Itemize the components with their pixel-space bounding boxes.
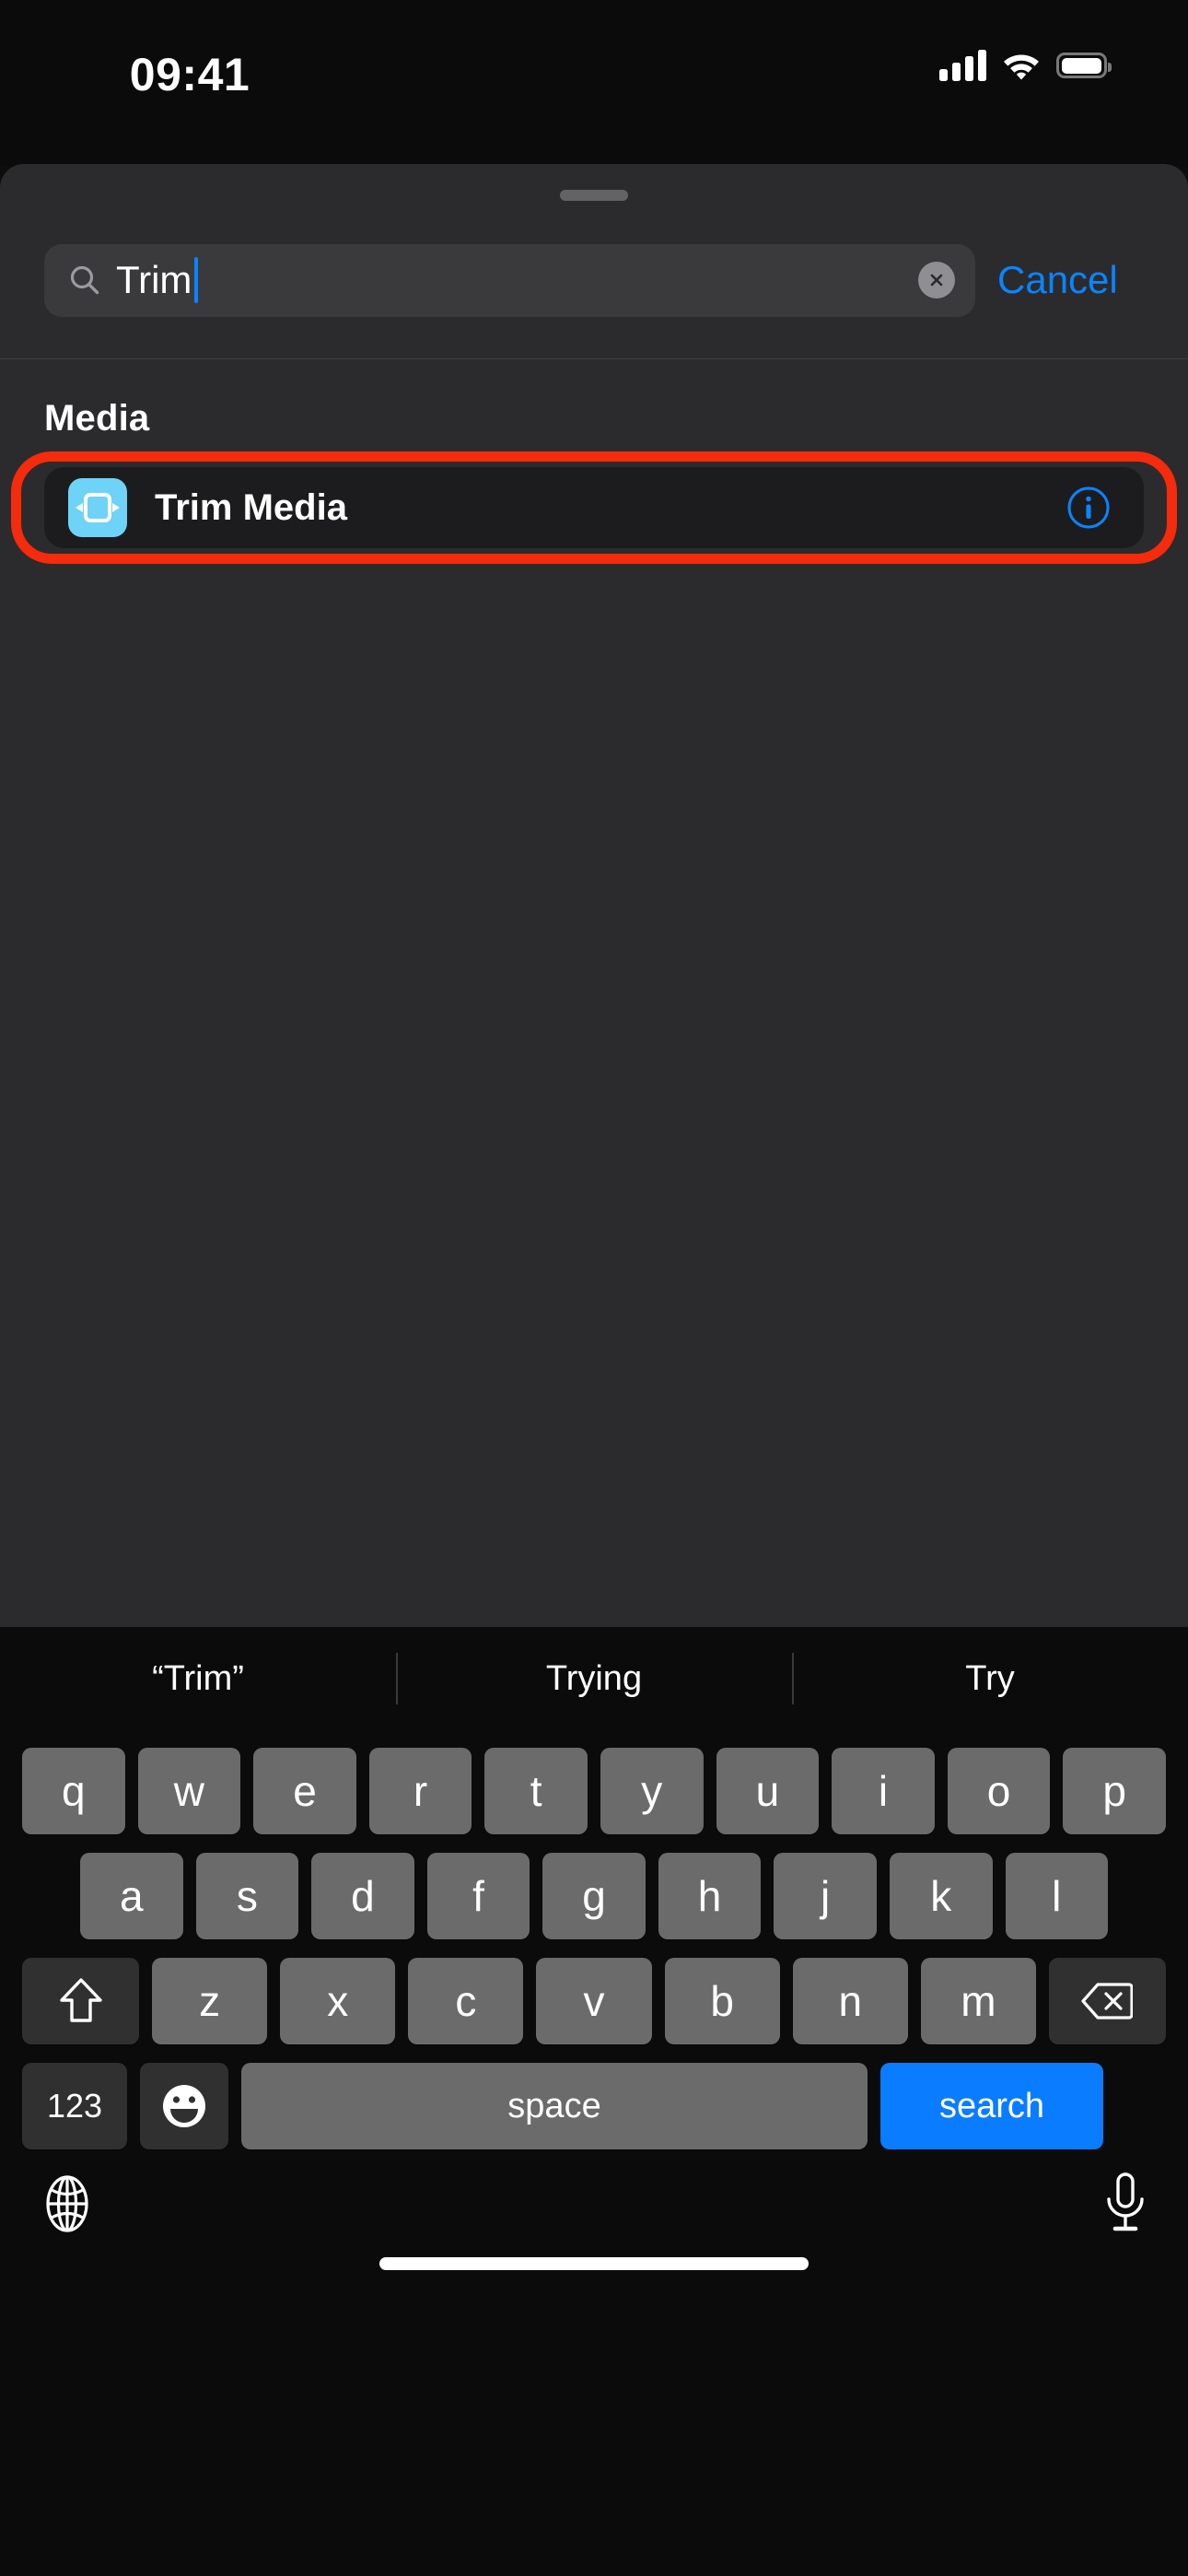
key-u[interactable]: u — [716, 1748, 820, 1834]
shift-glyph — [59, 1978, 102, 2022]
key-e[interactable]: e — [253, 1748, 356, 1834]
shift-icon[interactable] — [22, 1958, 139, 2044]
list-item-label: Trim Media — [155, 486, 347, 528]
keyboard-bottom-bar — [0, 2149, 1188, 2288]
key-l[interactable]: l — [1005, 1853, 1109, 1939]
emoji-icon[interactable] — [140, 2063, 228, 2149]
sheet-grabber-handle[interactable] — [560, 190, 628, 201]
key-v[interactable]: v — [536, 1958, 652, 2044]
key-w[interactable]: w — [137, 1748, 241, 1834]
key-q[interactable]: q — [22, 1748, 125, 1834]
emoji-glyph — [163, 2085, 205, 2127]
search-bar-row: Trim Cancel — [0, 234, 1188, 326]
key-f[interactable]: f — [426, 1853, 530, 1939]
key-p[interactable]: p — [1063, 1748, 1166, 1834]
predictive-suggestion-bar: “Trim” Trying Try — [0, 1627, 1188, 1730]
status-bar-time: 09:41 — [129, 49, 250, 100]
microphone-icon[interactable] — [1101, 2172, 1149, 2234]
clear-text-icon[interactable] — [918, 262, 955, 299]
numbers-key[interactable]: 123 — [22, 2063, 127, 2149]
key-x[interactable]: x — [280, 1958, 396, 2044]
search-results-list: Media Trim Media — [0, 359, 1188, 1627]
info-glyph — [1067, 486, 1110, 529]
keyboard-row-1: q w e r t y u i o p — [0, 1748, 1188, 1834]
search-input-text-wrap: Trim — [116, 257, 199, 303]
key-r[interactable]: r — [368, 1748, 472, 1834]
list-item-trim-media[interactable]: Trim Media — [44, 467, 1144, 548]
key-m[interactable]: m — [920, 1958, 1036, 2044]
trim-media-glyph — [76, 493, 120, 522]
key-h[interactable]: h — [658, 1853, 762, 1939]
space-key[interactable]: space — [241, 2063, 868, 2149]
key-b[interactable]: b — [664, 1958, 780, 2044]
info-circle-icon[interactable] — [1066, 486, 1111, 530]
section-header-media: Media — [44, 398, 150, 439]
cancel-button[interactable]: Cancel — [997, 258, 1118, 302]
suggestion-2[interactable]: Try — [792, 1627, 1188, 1730]
key-k[interactable]: k — [889, 1853, 993, 1939]
key-g[interactable]: g — [542, 1853, 646, 1939]
search-return-key[interactable]: search — [880, 2063, 1103, 2149]
status-bar-icons — [939, 44, 1112, 87]
status-bar: 09:41 — [0, 0, 1188, 166]
keyboard-row-3: z x c v b n m — [0, 1958, 1188, 2044]
software-keyboard: “Trim” Trying Try q w e r t y u i o p a … — [0, 1627, 1188, 2576]
suggestion-1[interactable]: Trying — [396, 1627, 792, 1730]
search-sheet: Trim Cancel Media Trim Media — [0, 164, 1188, 1627]
key-z[interactable]: z — [152, 1958, 268, 2044]
search-input-value: Trim — [116, 258, 192, 301]
search-icon — [70, 265, 99, 295]
text-caret — [194, 257, 199, 303]
key-s[interactable]: s — [195, 1853, 299, 1939]
search-input[interactable]: Trim — [44, 243, 975, 317]
backspace-icon[interactable] — [1048, 1958, 1166, 2044]
trim-media-icon — [68, 478, 127, 537]
key-c[interactable]: c — [408, 1958, 524, 2044]
key-a[interactable]: a — [80, 1853, 183, 1939]
battery-icon — [1056, 53, 1112, 78]
key-o[interactable]: o — [947, 1748, 1051, 1834]
key-y[interactable]: y — [600, 1748, 704, 1834]
backspace-glyph — [1081, 1983, 1134, 2020]
keyboard-row-2: a s d f g h j k l — [0, 1853, 1188, 1939]
close-icon — [930, 274, 943, 287]
wifi-icon — [1004, 54, 1039, 80]
key-i[interactable]: i — [832, 1748, 935, 1834]
keyboard-row-4: 123 space search — [0, 2063, 1188, 2149]
iphone-screen: 09:41 Trim Cancel Media Trim Media “Trim… — [0, 0, 1188, 2576]
globe-icon[interactable] — [39, 2175, 96, 2232]
key-n[interactable]: n — [792, 1958, 908, 2044]
cellular-signal-icon — [939, 50, 986, 81]
key-j[interactable]: j — [774, 1853, 877, 1939]
suggestion-0[interactable]: “Trim” — [0, 1627, 396, 1730]
home-indicator — [379, 2257, 809, 2270]
key-d[interactable]: d — [311, 1853, 414, 1939]
key-t[interactable]: t — [484, 1748, 588, 1834]
